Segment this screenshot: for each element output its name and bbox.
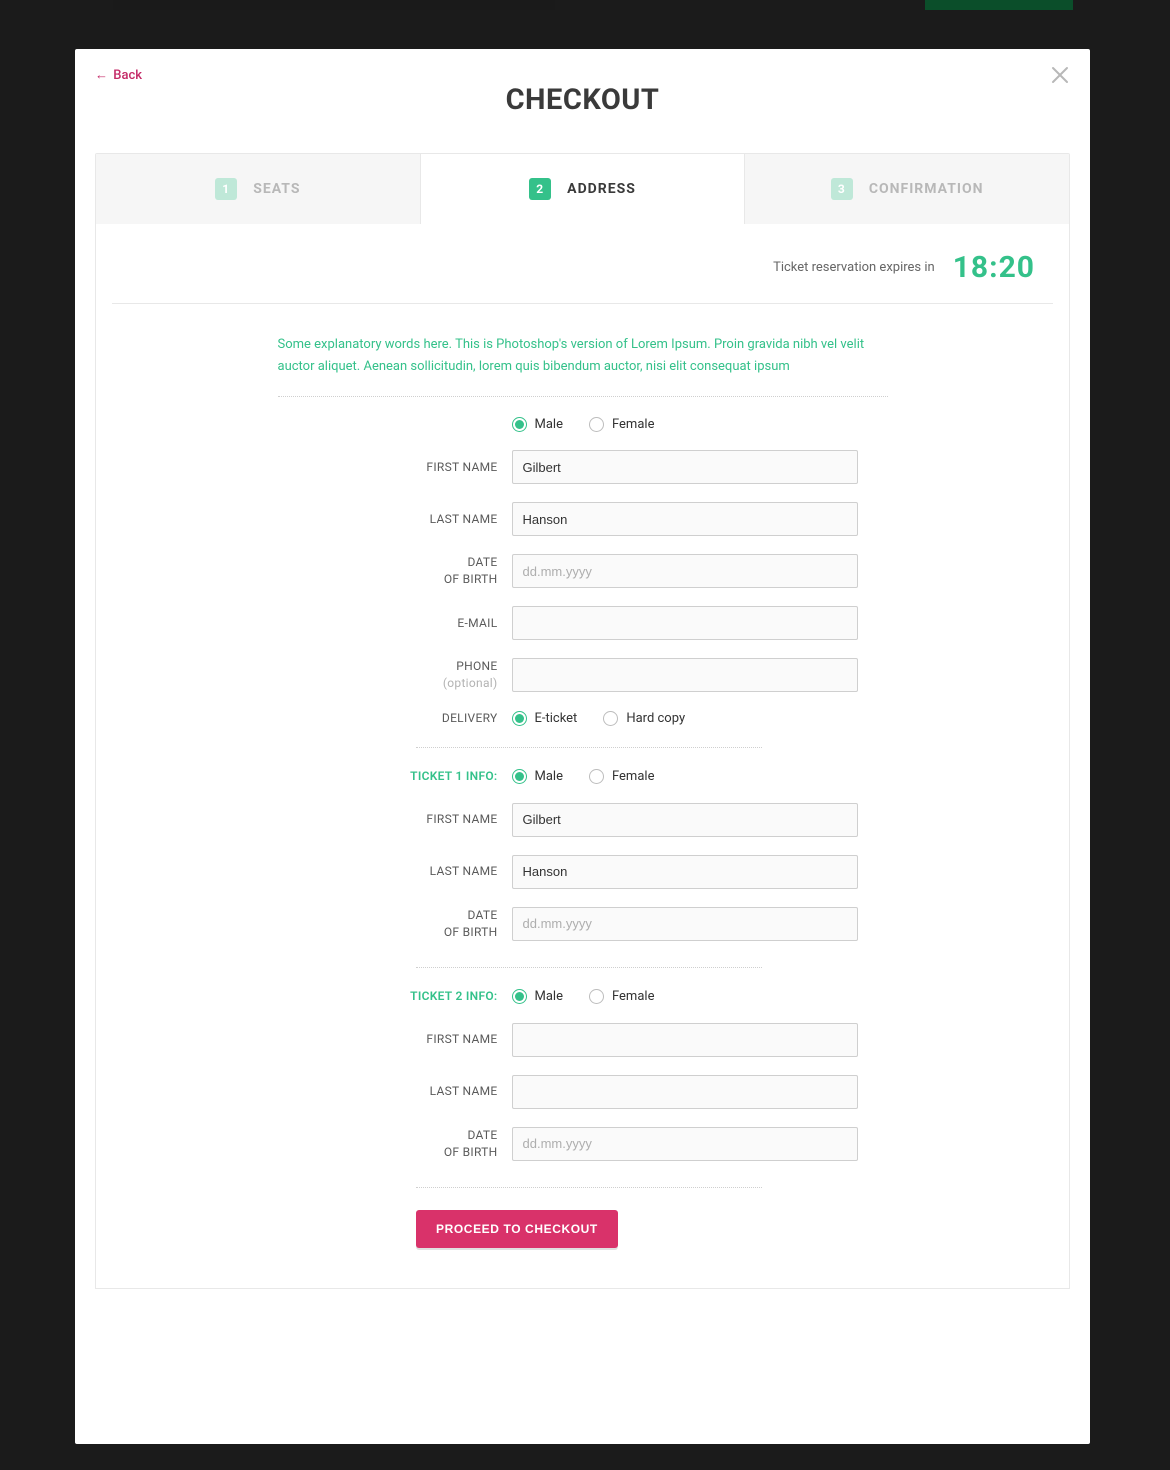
phone-label: PHONE(optional) (278, 658, 498, 692)
ticket1-gender-female-radio[interactable]: Female (589, 769, 654, 784)
timer-label: Ticket reservation expires in (773, 260, 935, 275)
intro-text: Some explanatory words here. This is Pho… (278, 334, 888, 378)
radio-icon (603, 711, 618, 726)
radio-icon (512, 417, 527, 432)
radio-icon (589, 769, 604, 784)
radio-label: Male (535, 769, 563, 784)
dotted-divider (416, 747, 762, 748)
radio-label: Female (612, 769, 654, 784)
ticket1-first-name-label: FIRST NAME (278, 811, 498, 828)
back-arrow-icon: ← (95, 67, 108, 83)
timer-value: 18:20 (953, 250, 1035, 285)
ticket2-gender-male-radio[interactable]: Male (512, 989, 563, 1004)
delivery-eticket-radio[interactable]: E-ticket (512, 711, 578, 726)
ticket2-dob-label: DATEOF BIRTH (278, 1127, 498, 1161)
page-title: CHECKOUT (99, 83, 1066, 117)
first-name-label: FIRST NAME (278, 459, 498, 476)
delivery-label: DELIVERY (278, 710, 498, 727)
radio-label: Hard copy (626, 711, 685, 726)
step-number: 3 (831, 178, 853, 200)
email-label: E-MAIL (278, 615, 498, 632)
radio-icon (512, 989, 527, 1004)
last-name-label: LAST NAME (278, 511, 498, 528)
step-label: CONFIRMATION (869, 181, 984, 197)
step-address[interactable]: 2 ADDRESS (421, 154, 746, 224)
ticket1-dob-label: DATEOF BIRTH (278, 907, 498, 941)
gender-female-radio[interactable]: Female (589, 417, 654, 432)
radio-label: Female (612, 417, 654, 432)
divider (112, 303, 1053, 304)
ticket2-dob-input[interactable] (512, 1127, 858, 1161)
back-button[interactable]: ← Back (95, 67, 142, 83)
ticket2-first-name-input[interactable] (512, 1023, 858, 1057)
radio-icon (589, 989, 604, 1004)
close-icon (1048, 63, 1072, 87)
step-label: ADDRESS (567, 181, 636, 197)
delivery-hardcopy-radio[interactable]: Hard copy (603, 711, 685, 726)
radio-icon (589, 417, 604, 432)
close-button[interactable] (1048, 63, 1072, 87)
step-confirmation[interactable]: 3 CONFIRMATION (745, 154, 1069, 224)
dotted-divider (416, 967, 762, 968)
ticket1-gender-male-radio[interactable]: Male (512, 769, 563, 784)
checkout-steps: 1 SEATS 2 ADDRESS 3 CONFIRMATION (95, 153, 1070, 224)
step-label: SEATS (253, 181, 300, 197)
dotted-divider (278, 396, 888, 397)
dotted-divider (416, 1187, 762, 1188)
ticket2-gender-female-radio[interactable]: Female (589, 989, 654, 1004)
first-name-input[interactable] (512, 450, 858, 484)
ticket2-first-name-label: FIRST NAME (278, 1031, 498, 1048)
ticket2-last-name-label: LAST NAME (278, 1083, 498, 1100)
ticket1-first-name-input[interactable] (512, 803, 858, 837)
phone-input[interactable] (512, 658, 858, 692)
proceed-button[interactable]: PROCEED TO CHECKOUT (416, 1210, 618, 1248)
ticket1-heading: TICKET 1 INFO: (278, 768, 498, 785)
gender-male-radio[interactable]: Male (512, 417, 563, 432)
ticket1-dob-input[interactable] (512, 907, 858, 941)
ticket2-gender-radio-group: Male Female (512, 989, 858, 1004)
delivery-radio-group: E-ticket Hard copy (512, 711, 858, 726)
step-number: 2 (529, 178, 551, 200)
radio-label: E-ticket (535, 711, 578, 726)
ticket1-last-name-label: LAST NAME (278, 863, 498, 880)
last-name-input[interactable] (512, 502, 858, 536)
radio-label: Male (535, 417, 563, 432)
ticket1-gender-radio-group: Male Female (512, 769, 858, 784)
email-input[interactable] (512, 606, 858, 640)
dob-label: DATEOF BIRTH (278, 554, 498, 588)
checkout-modal: ← Back CHECKOUT 1 SEATS 2 ADDRESS 3 CONF… (75, 49, 1090, 1444)
ticket1-last-name-input[interactable] (512, 855, 858, 889)
radio-label: Female (612, 989, 654, 1004)
dob-input[interactable] (512, 554, 858, 588)
radio-icon (512, 769, 527, 784)
step-seats[interactable]: 1 SEATS (96, 154, 421, 224)
ticket2-heading: TICKET 2 INFO: (278, 988, 498, 1005)
gender-radio-group: Male Female (512, 417, 858, 432)
back-label: Back (113, 68, 142, 83)
radio-label: Male (535, 989, 563, 1004)
ticket2-last-name-input[interactable] (512, 1075, 858, 1109)
step-number: 1 (215, 178, 237, 200)
radio-icon (512, 711, 527, 726)
